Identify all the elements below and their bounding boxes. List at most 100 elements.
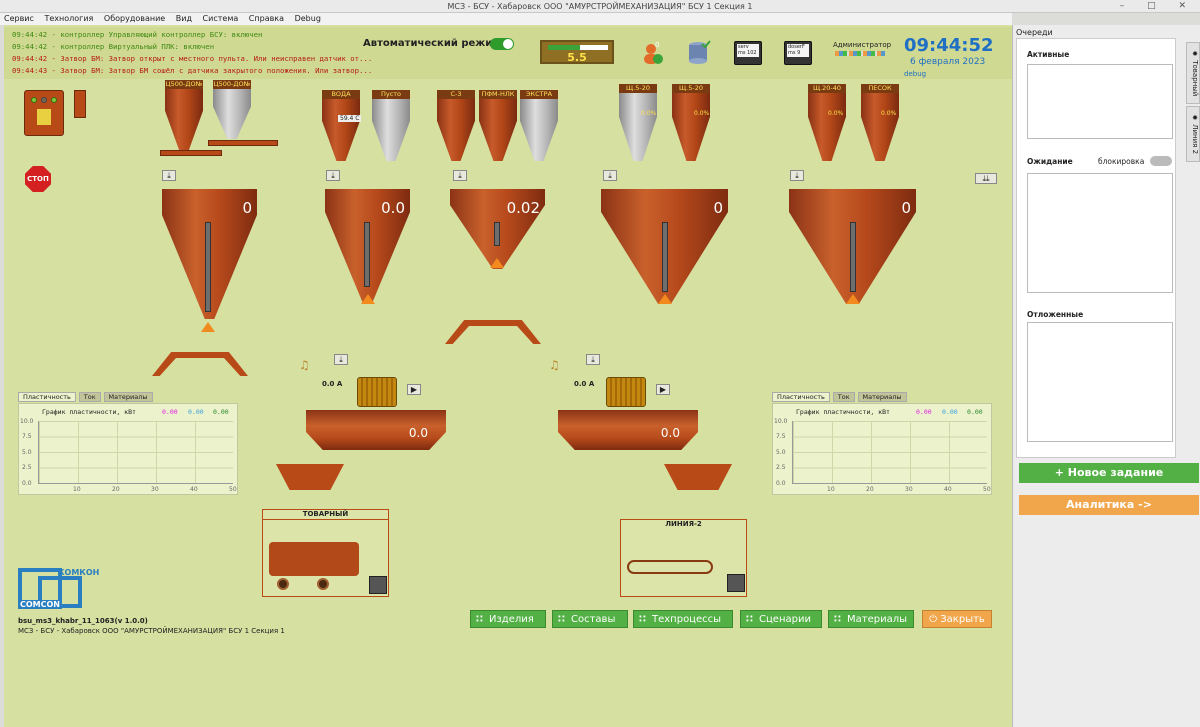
silo-label: ПЕСОК [861,84,899,93]
date: 6 февраля 2023 [910,57,986,67]
mixer-start-button[interactable]: ▶ [407,384,421,395]
app-version: bsu_ms3_khabr_11_1063(v 1.0.0) [18,617,148,625]
y-tick: 7.5 [776,433,786,440]
server-status-icon[interactable]: serv ms 102 [734,41,762,65]
tab-plasticity[interactable]: Пластичность [772,392,830,402]
menu-technology[interactable]: Технология [44,14,93,23]
level-tube [205,222,211,312]
wheel-icon [277,578,289,590]
line-status-icon[interactable] [369,576,387,594]
horn-icon[interactable]: ♫ [299,358,310,372]
materials-button[interactable]: Материалы [828,610,914,629]
tab-line2[interactable]: ✹ Линия 2 [1186,106,1200,162]
conveyor-icon [627,560,713,574]
gauge-fill [548,45,580,50]
line-panel-line2[interactable]: ЛИНИЯ-2 [620,519,747,597]
waiting-label: Ожидание [1027,157,1073,166]
line-title: ЛИНИЯ-2 [665,520,702,528]
menu-help[interactable]: Справка [249,14,284,23]
mixer-motor[interactable] [357,377,397,407]
window-controls[interactable]: – □ ✕ [1120,1,1196,11]
chart-title: График пластичности, кВт [796,408,890,416]
line-panel-tovarny[interactable]: ТОВАРНЫЙ [262,509,389,597]
line-status-icon[interactable] [727,574,745,592]
tab-tovarny[interactable]: ✹ Товарный [1186,42,1200,104]
recipes-button[interactable]: Составы [552,610,628,629]
unload-button[interactable]: ⤓ [326,170,340,181]
unload-button[interactable]: ⤓ [453,170,467,181]
silo-label: ЭКСТРА [520,90,558,99]
unload-all-button[interactable]: ⤓⤓ [975,173,997,184]
tab-current[interactable]: Ток [78,392,101,402]
lock-toggle[interactable] [1150,156,1172,166]
tab-materials[interactable]: Материалы [103,392,153,402]
chart-grid [792,421,987,484]
processes-button[interactable]: Техпроцессы [633,610,733,629]
unload-button[interactable]: ⤓ [586,354,600,365]
menu-equipment[interactable]: Оборудование [104,14,165,23]
doser-weight: 0 [713,199,723,217]
waiting-queue-list[interactable] [1027,173,1173,293]
auto-mode-label: Автоматический режим [363,38,501,49]
mixer-current: 0.0 A [574,380,595,388]
debug-label: debug [904,70,927,78]
x-tick: 50 [983,486,991,493]
y-tick: 0.0 [776,480,786,487]
silo-label: Ц500-ДО№ [213,80,251,89]
admin-label: Администратор [833,41,892,49]
gear-icon: ✹ [1191,49,1199,61]
doser-weight: 0 [901,199,911,217]
y-tick: 7.5 [22,433,32,440]
bin-level: 0.0% [641,110,657,117]
y-tick: 10.0 [20,418,34,425]
comcon-logo: КОМКОН COMCON [18,568,100,610]
control-panel-icon[interactable] [24,90,64,136]
tab-plasticity[interactable]: Пластичность [18,392,76,402]
logo-top: КОМКОН [58,568,100,577]
window-titlebar: МСЗ - БСУ - Хабаровск ООО "АМУРСТРОЙМЕХА… [0,0,1200,13]
auto-mode-toggle[interactable] [490,38,514,50]
menu-view[interactable]: Вид [176,14,192,23]
unload-button[interactable]: ⤓ [603,170,617,181]
close-icon: ⏻ [929,614,941,625]
active-label: Активные [1027,50,1070,59]
wheel-icon [317,578,329,590]
chart-reading: 0.00 [188,408,204,416]
log-line: 09:44:43 - Затвор БМ: Затвор БМ сошёл с … [12,66,373,75]
gauge-value: 5.5 [567,51,587,64]
new-task-button[interactable]: + Новое задание [1019,463,1199,483]
level-tube [850,222,856,292]
chart-grid [38,421,233,484]
level-tube [364,222,370,287]
bin-level: 0.0% [694,110,710,117]
chart-title: График пластичности, кВт [42,408,136,416]
active-queue-list[interactable] [1027,64,1173,139]
chart-tabs: Пластичность Ток Материалы [18,392,153,402]
horn-icon[interactable]: ♫ [549,358,560,372]
unload-button[interactable]: ⤓ [162,170,176,181]
mixer-truck-icon [269,542,359,576]
bin-level: 0.0% [881,110,897,117]
menu-service[interactable]: Сервис [4,14,34,23]
silo-label: Пусто [372,90,410,99]
doser-status-icon[interactable]: doserF ms 9 [784,41,812,65]
tab-materials[interactable]: Материалы [857,392,907,402]
unload-button[interactable]: ⤓ [790,170,804,181]
chart-reading: 0.00 [213,408,229,416]
deferred-queue-list[interactable] [1027,322,1173,442]
unload-button[interactable]: ⤓ [334,354,348,365]
products-button[interactable]: Изделия [470,610,546,629]
switch-icon[interactable] [74,90,86,118]
scenarios-button[interactable]: Сценарии [740,610,822,629]
mixer-motor[interactable] [606,377,646,407]
mixer-start-button[interactable]: ▶ [656,384,670,395]
analytics-button[interactable]: Аналитика -> [1019,495,1199,515]
close-button[interactable]: ⏻ Закрыть [922,610,992,628]
menu-debug[interactable]: Debug [295,14,321,23]
tab-current[interactable]: Ток [832,392,855,402]
menu-system[interactable]: Система [203,14,239,23]
clock: 09:44:52 [904,35,994,56]
database-icon[interactable] [686,40,711,64]
x-tick: 30 [905,486,913,493]
doser-weight: 0 [242,199,252,217]
